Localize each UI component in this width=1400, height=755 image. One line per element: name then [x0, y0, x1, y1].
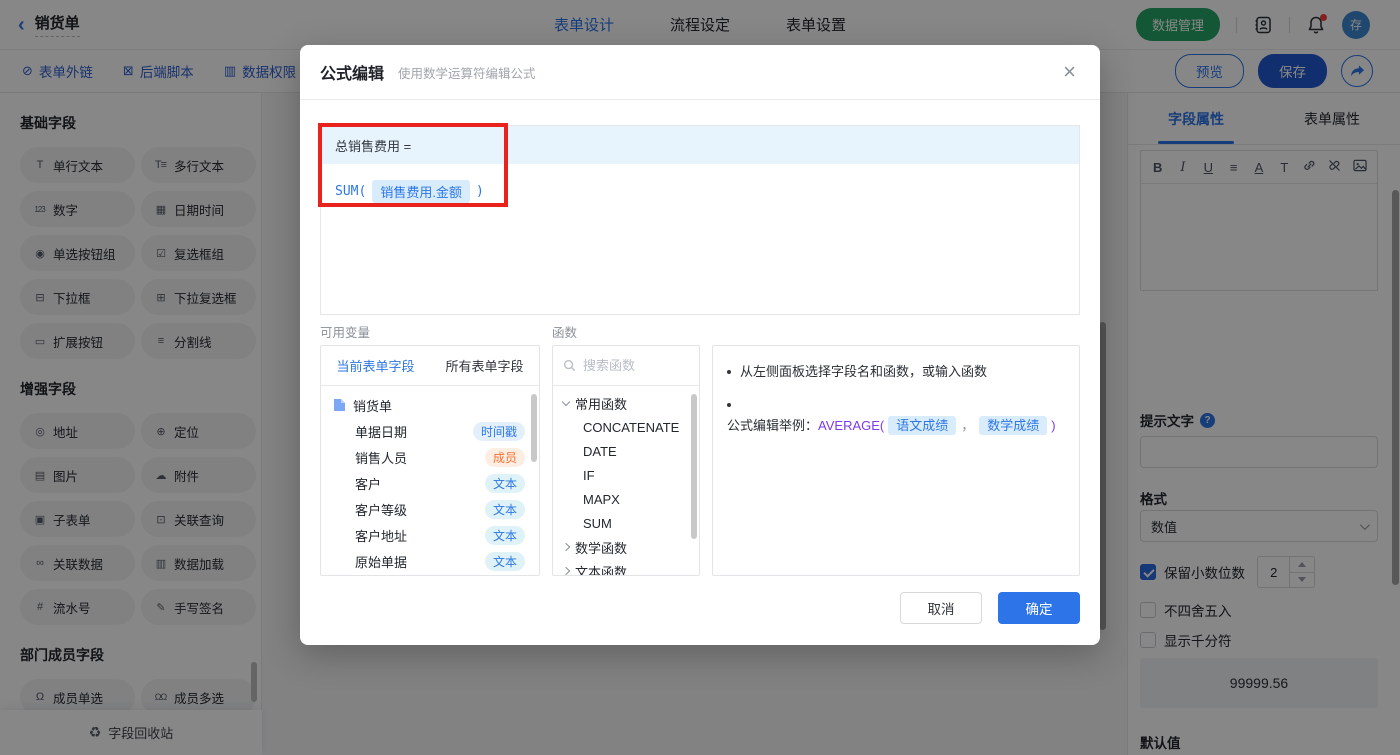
- formula-editor[interactable]: 总销售费用 = SUM( 销售费用.金额 ): [320, 125, 1080, 315]
- variable-field-row[interactable]: 客户等级文本: [321, 496, 539, 522]
- functions-section-label: 函数: [552, 322, 577, 341]
- chevron-down-icon: [562, 397, 570, 405]
- chevron-right-icon: [562, 543, 570, 551]
- functions-panel: 常用函数 CONCATENATE DATE IF MAPX SUM 数学函数 文…: [552, 345, 700, 576]
- tip-line-2: 公式编辑举例：AVERAGE(语文成绩，数学成绩): [727, 395, 1065, 436]
- field-type-tag: 时间戳: [473, 422, 525, 441]
- variable-field-row[interactable]: 客户地址文本: [321, 522, 539, 548]
- confirm-button[interactable]: 确定: [998, 592, 1080, 624]
- field-type-tag: 成员: [485, 448, 525, 467]
- dialog-title: 公式编辑: [320, 60, 384, 84]
- variable-field-row[interactable]: 单据日期时间戳: [321, 418, 539, 444]
- cancel-button[interactable]: 取消: [900, 592, 982, 624]
- app-window: ‹ 销货单 表单设计 流程设定 表单设置 数据管理 存 ⊘表单外链 ⊠后端脚本: [0, 0, 1400, 755]
- function-search[interactable]: [553, 346, 699, 386]
- formula-field-chip[interactable]: 销售费用.金额: [372, 180, 470, 203]
- variables-panel: 当前表单字段 所有表单字段 销货单 单据日期时间戳 销售人员成员 客户文本 客户…: [320, 345, 540, 576]
- function-item[interactable]: DATE: [553, 439, 699, 463]
- close-icon[interactable]: ×: [1063, 61, 1076, 83]
- function-group-math[interactable]: 数学函数: [553, 535, 699, 559]
- function-item[interactable]: CONCATENATE: [553, 415, 699, 439]
- example-function: AVERAGE(: [818, 418, 884, 433]
- function-group-text[interactable]: 文本函数: [553, 559, 699, 576]
- tips-panel: 从左侧面板选择字段名和函数，或输入函数 公式编辑举例：AVERAGE(语文成绩，…: [712, 345, 1080, 576]
- function-group-common[interactable]: 常用函数: [553, 391, 699, 415]
- tab-current-form-fields[interactable]: 当前表单字段: [321, 346, 430, 385]
- variable-field-row[interactable]: 原始单据文本: [321, 548, 539, 574]
- tip-line-1: 从左侧面板选择字段名和函数，或输入函数: [727, 362, 1065, 382]
- bullet-icon: [727, 403, 731, 407]
- formula-func-open: SUM(: [335, 184, 366, 199]
- dialog-subtitle: 使用数学运算符编辑公式: [398, 63, 536, 82]
- example-chip: 语文成绩: [888, 416, 956, 435]
- variables-scrollbar[interactable]: [531, 394, 537, 462]
- function-item[interactable]: SUM: [553, 511, 699, 535]
- variable-form-node[interactable]: 销货单: [321, 392, 539, 418]
- variable-field-row[interactable]: 销售人员成员: [321, 444, 539, 470]
- field-type-tag: 文本: [485, 552, 525, 571]
- functions-scrollbar[interactable]: [691, 394, 697, 539]
- document-icon: [333, 398, 346, 412]
- tab-all-form-fields[interactable]: 所有表单字段: [430, 346, 539, 385]
- formula-edit-dialog: 公式编辑 使用数学运算符编辑公式 × 总销售费用 = SUM( 销售费用.金额 …: [300, 45, 1100, 645]
- function-item[interactable]: MAPX: [553, 487, 699, 511]
- field-type-tag: 文本: [485, 526, 525, 545]
- function-item[interactable]: IF: [553, 463, 699, 487]
- formula-func-close: ): [476, 184, 484, 199]
- example-chip: 数学成绩: [979, 416, 1047, 435]
- search-icon: [563, 359, 576, 372]
- bullet-icon: [727, 370, 731, 374]
- formula-target: 总销售费用 =: [321, 126, 1079, 164]
- function-search-input[interactable]: [583, 358, 683, 373]
- field-type-tag: 文本: [485, 500, 525, 519]
- variables-section-label: 可用变量: [320, 322, 370, 341]
- chevron-right-icon: [562, 567, 570, 575]
- field-type-tag: 文本: [485, 474, 525, 493]
- variable-field-row[interactable]: 客户文本: [321, 470, 539, 496]
